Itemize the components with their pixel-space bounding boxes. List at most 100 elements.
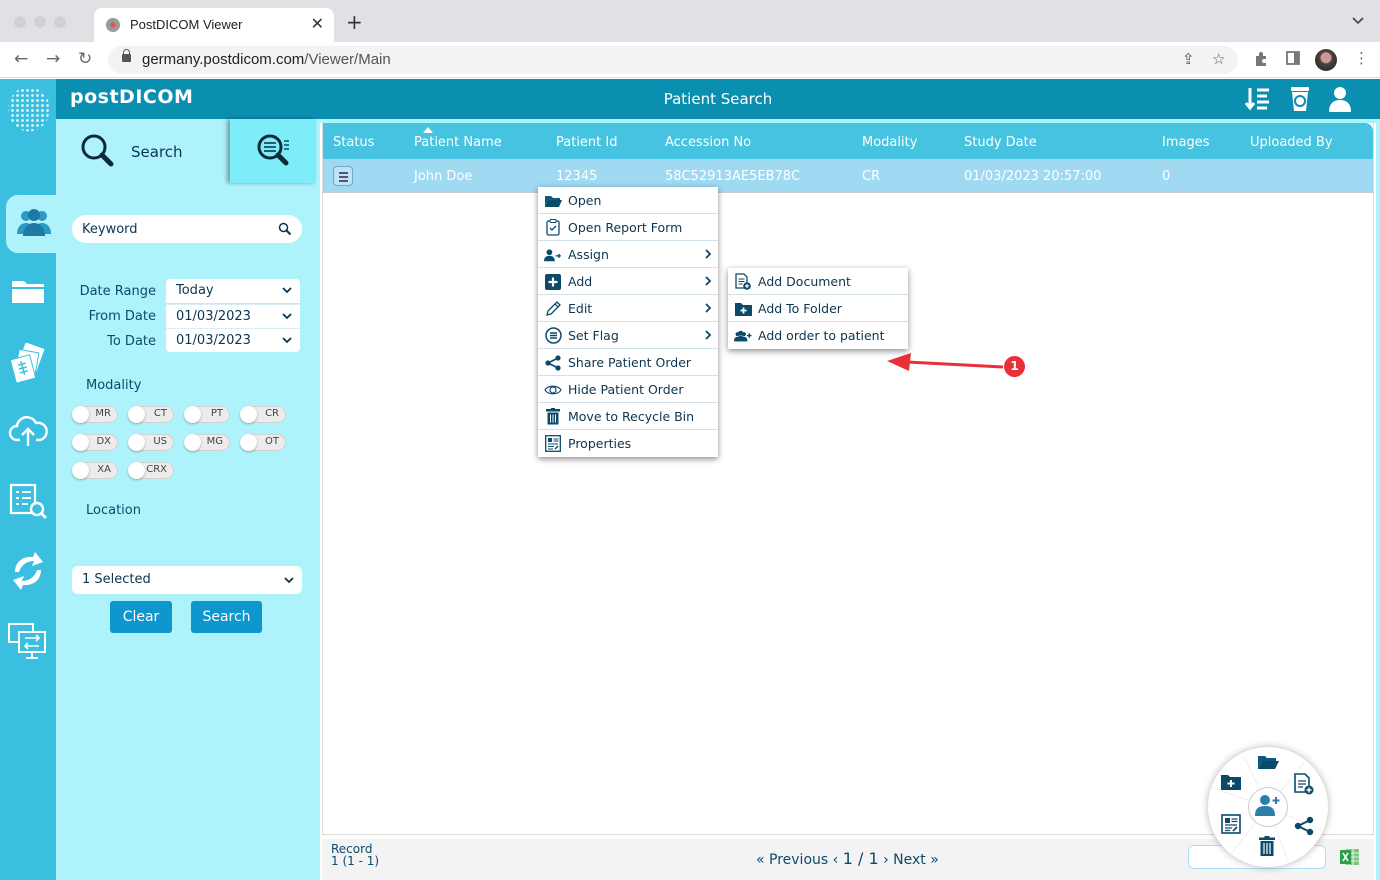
clipboard-check-icon — [544, 219, 562, 236]
column-patient-id[interactable]: Patient Id — [556, 135, 617, 150]
modality-toggle-pt[interactable]: PT — [184, 406, 230, 423]
window-minimize-button[interactable] — [34, 16, 46, 28]
excel-export-icon[interactable] — [1340, 848, 1360, 866]
column-patient-name[interactable]: Patient Name — [414, 135, 502, 150]
browser-menu-icon[interactable]: ⋮ — [1354, 49, 1369, 67]
radial-add-document-button[interactable] — [1293, 773, 1315, 797]
radial-properties-button[interactable] — [1220, 814, 1242, 837]
search-button[interactable]: Search — [191, 601, 262, 633]
modality-toggle-ct[interactable]: CT — [128, 406, 174, 423]
radial-share-button[interactable] — [1293, 816, 1315, 839]
record-count: Record 1 (1 - 1) — [331, 842, 380, 868]
recycle-bin-icon[interactable] — [1286, 85, 1314, 113]
menu-item-move-to-recycle-bin[interactable]: Move to Recycle Bin — [538, 403, 718, 430]
folder-open-icon — [544, 192, 562, 209]
radial-delete-button[interactable] — [1256, 836, 1278, 860]
column-status[interactable]: Status — [333, 135, 374, 150]
menu-item-add-document[interactable]: Add Document — [728, 268, 908, 295]
address-bar[interactable]: germany.postdicom.com/Viewer/Main ⇪ ☆ — [108, 46, 1238, 74]
column-images[interactable]: Images — [1162, 135, 1210, 150]
menu-item-open-report-form[interactable]: Open Report Form — [538, 214, 718, 241]
menu-item-assign[interactable]: Assign — [538, 241, 718, 268]
clear-button[interactable]: Clear — [110, 601, 172, 633]
sync-icon — [9, 550, 47, 596]
keyword-input[interactable] — [82, 219, 262, 239]
menu-item-properties[interactable]: Properties — [538, 430, 718, 457]
profile-avatar[interactable] — [1315, 49, 1337, 71]
radial-open-folder-button[interactable] — [1257, 753, 1279, 775]
menu-item-add[interactable]: Add — [538, 268, 718, 295]
modality-toggle-mr[interactable]: MR — [72, 406, 118, 423]
cell-images: 0 — [1162, 169, 1171, 184]
menu-item-set-flag[interactable]: Set Flag — [538, 322, 718, 349]
menu-item-edit[interactable]: Edit — [538, 295, 718, 322]
sidebar-toggle-icon[interactable] — [1286, 51, 1300, 69]
tab-search-chevron-icon[interactable] — [1352, 14, 1364, 28]
tab-close-icon[interactable]: ✕ — [311, 14, 324, 33]
column-study-date[interactable]: Study Date — [964, 135, 1037, 150]
table-row[interactable]: John Doe 12345 58C52913AE5EB78C CR 01/03… — [323, 159, 1373, 193]
column-uploaded-by[interactable]: Uploaded By — [1250, 135, 1333, 150]
menu-item-add-order-to-patient[interactable]: Add order to patient — [728, 322, 908, 349]
nav-folders[interactable] — [4, 269, 52, 317]
back-button[interactable]: ← — [14, 49, 28, 69]
trash-icon — [544, 408, 562, 425]
forward-button[interactable]: → — [46, 49, 60, 69]
modality-code: US — [153, 436, 167, 447]
status-menu-icon[interactable] — [333, 166, 353, 186]
window-zoom-button[interactable] — [54, 16, 66, 28]
bookmark-star-icon[interactable]: ☆ — [1212, 50, 1225, 68]
date-range-select[interactable]: Today — [166, 279, 300, 303]
menu-item-add-to-folder[interactable]: Add To Folder — [728, 295, 908, 322]
new-tab-button[interactable]: + — [346, 12, 363, 32]
modality-toggle-xa[interactable]: XA — [72, 462, 118, 479]
previous-page-button[interactable]: « Previous — [756, 852, 828, 868]
column-accession-no[interactable]: Accession No — [665, 135, 751, 150]
menu-item-hide-patient-order[interactable]: Hide Patient Order — [538, 376, 718, 403]
nav-patients[interactable] — [6, 195, 62, 253]
menu-item-open[interactable]: Open — [538, 187, 718, 214]
modality-toggle-crx[interactable]: CRX — [128, 462, 174, 479]
prev-chevron-icon[interactable]: ‹ — [833, 852, 843, 868]
chevron-right-icon — [705, 276, 712, 286]
menu-item-share-patient-order[interactable]: Share Patient Order — [538, 349, 718, 376]
nav-sync[interactable] — [4, 549, 52, 597]
modality-toggle-dx[interactable]: DX — [72, 434, 118, 451]
nav-transfer[interactable] — [4, 619, 52, 667]
modality-toggle-us[interactable]: US — [128, 434, 174, 451]
share-page-icon[interactable]: ⇪ — [1182, 50, 1195, 68]
modality-toggle-ot[interactable]: OT — [240, 434, 286, 451]
from-date-select[interactable]: 01/03/2023 — [166, 304, 300, 328]
location-select[interactable]: 1 Selected — [72, 566, 302, 594]
column-modality[interactable]: Modality — [862, 135, 917, 150]
modality-toggle-cr[interactable]: CR — [240, 406, 286, 423]
tab-search[interactable]: Search — [56, 119, 230, 183]
nav-worklist-search[interactable] — [4, 479, 52, 527]
next-chevron-icon[interactable]: › — [883, 852, 893, 868]
next-page-button[interactable]: Next » — [893, 852, 939, 868]
location-label: Location — [86, 503, 141, 518]
tab-search-label: Search — [131, 143, 183, 161]
nav-upload[interactable] — [4, 409, 52, 457]
to-date-select[interactable]: 01/03/2023 — [166, 328, 300, 352]
keyword-search-icon[interactable] — [278, 221, 292, 240]
user-icon[interactable] — [1326, 85, 1354, 113]
sort-list-icon[interactable] — [1244, 85, 1272, 113]
radial-add-patient-button[interactable] — [1248, 787, 1288, 827]
modality-toggle-mg[interactable]: MG — [184, 434, 230, 451]
toggle-knob — [240, 406, 257, 423]
to-date-label: To Date — [107, 334, 156, 349]
tab-advanced-search[interactable] — [230, 119, 316, 183]
reload-button[interactable]: ↻ — [78, 49, 92, 69]
extensions-icon[interactable] — [1253, 51, 1269, 71]
browser-toolbar: ← → ↻ germany.postdicom.com/Viewer/Main … — [0, 42, 1380, 78]
window-close-button[interactable] — [14, 16, 26, 28]
add-users-icon — [734, 327, 752, 344]
toggle-knob — [184, 434, 201, 451]
trash-icon — [1259, 836, 1275, 860]
nav-teaching-files[interactable] — [4, 341, 52, 389]
browser-tab[interactable]: PostDICOM Viewer ✕ — [94, 8, 334, 42]
cell-accession-no: 58C52913AE5EB78C — [665, 169, 801, 184]
modality-code: CR — [265, 408, 279, 419]
radial-add-to-folder-button[interactable] — [1220, 773, 1242, 795]
